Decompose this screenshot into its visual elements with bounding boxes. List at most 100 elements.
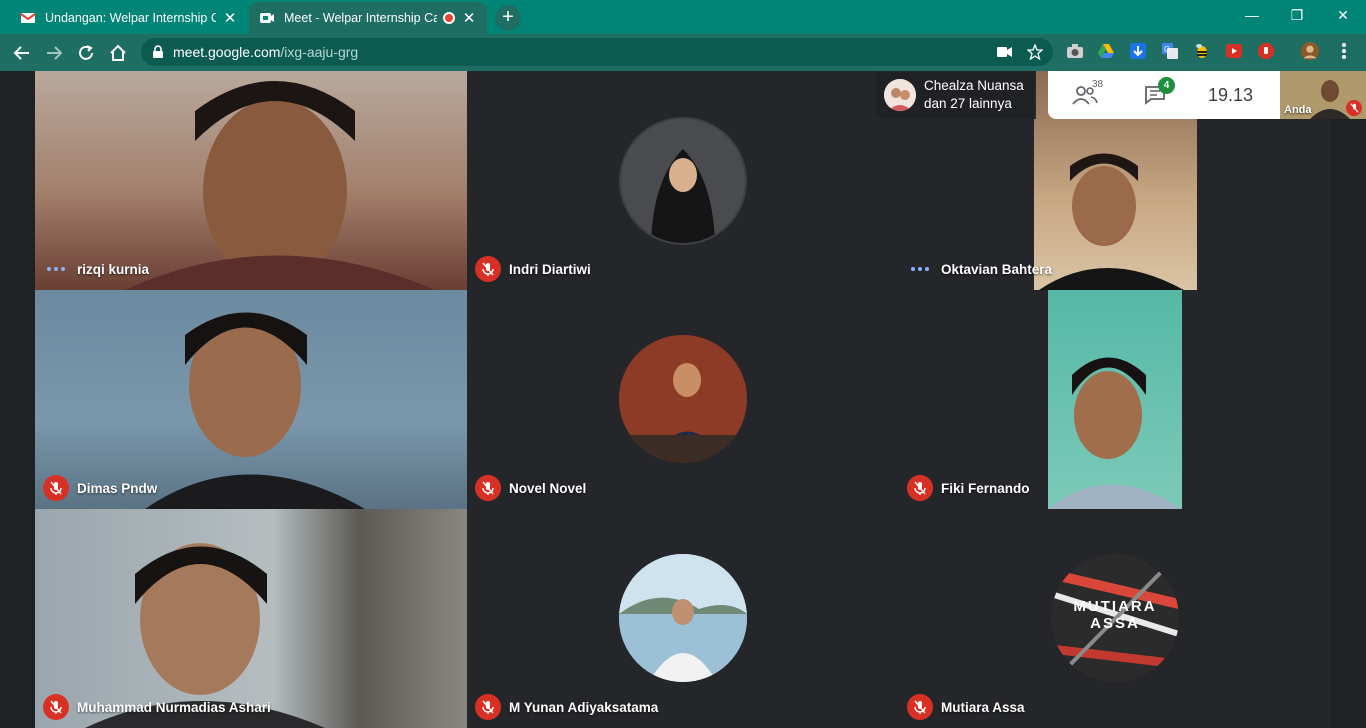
new-tab-button[interactable]: +	[495, 5, 521, 31]
speaking-indicator-icon	[43, 256, 69, 282]
back-button[interactable]	[8, 39, 36, 67]
url-text: meet.google.com/ixg-aaju-grg	[173, 44, 358, 60]
presenter-avatar	[884, 79, 916, 111]
minimize-button[interactable]: —	[1229, 0, 1275, 30]
meet-icon	[260, 13, 274, 23]
participant-avatar	[619, 335, 747, 463]
participant-video-frame	[1048, 357, 1182, 509]
participant-video	[1048, 290, 1182, 509]
meeting-clock: 19.13	[1208, 84, 1254, 105]
tab-meet[interactable]: Meet - Welpar Internship Car ✕	[249, 2, 487, 34]
close-tab-icon[interactable]: ✕	[461, 10, 477, 27]
mic-off-icon	[1346, 100, 1362, 116]
participant-name: rizqi kurnia	[77, 261, 150, 277]
mic-off-icon	[907, 475, 933, 501]
drive-extension-icon[interactable]	[1096, 41, 1116, 61]
bee-extension-icon[interactable]	[1192, 41, 1212, 61]
participant-name: Oktavian Bahtera	[941, 261, 1053, 277]
presenter-others: dan 27 lainnya	[924, 96, 1012, 111]
participant-label: Mutiara Assa	[907, 694, 1025, 720]
home-button[interactable]	[104, 39, 132, 67]
chrome-menu-icon[interactable]	[1334, 41, 1354, 61]
participant-name: Mutiara Assa	[941, 699, 1025, 715]
browser-toolbar: meet.google.com/ixg-aaju-grg G	[0, 34, 1366, 71]
avatar-text-line2: ASSA	[1090, 615, 1140, 632]
participant-tile[interactable]: Indri Diartiwi	[467, 71, 899, 290]
avatar-text: MUTIARA ASSA	[1051, 598, 1179, 632]
bookmark-star-icon[interactable]	[1027, 44, 1043, 60]
participant-tile[interactable]: Fiki Fernando	[899, 290, 1331, 509]
self-view[interactable]: Anda	[1280, 71, 1366, 119]
mic-off-icon	[43, 475, 69, 501]
participant-avatar	[619, 554, 747, 682]
video-extension-icon[interactable]	[1224, 41, 1244, 61]
svg-text:G: G	[1164, 45, 1170, 54]
meet-grid: rizqi kurnia Indri Diartiwi Oktavian Bah…	[0, 71, 1366, 728]
self-label: Anda	[1284, 104, 1312, 116]
participant-tile[interactable]: M Yunan Adiyaksatama	[467, 509, 899, 728]
home-icon	[110, 44, 126, 61]
participants-count: 38	[1092, 79, 1104, 90]
mic-off-icon	[907, 694, 933, 720]
recording-icon	[443, 12, 455, 24]
participant-label: Novel Novel	[475, 475, 586, 501]
tab-title: Undangan: Welpar Internship Car	[45, 11, 216, 25]
participant-name: Fiki Fernando	[941, 480, 1030, 496]
meeting-info-bar: 38 4 19.13	[1048, 71, 1280, 119]
participant-label: Fiki Fernando	[907, 475, 1030, 501]
participant-label: Indri Diartiwi	[475, 256, 591, 282]
mic-off-icon	[475, 256, 501, 282]
chat-badge: 4	[1158, 77, 1175, 94]
mic-off-icon	[475, 475, 501, 501]
participant-avatar-photo	[651, 149, 715, 243]
participant-label: M Yunan Adiyaksatama	[475, 694, 658, 720]
tab-title: Meet - Welpar Internship Car	[284, 11, 437, 25]
participant-avatar-photo	[619, 335, 747, 463]
participant-label: Dimas Pndw	[43, 475, 157, 501]
participant-name: Dimas Pndw	[77, 480, 158, 496]
participant-name: M Yunan Adiyaksatama	[509, 699, 659, 715]
participant-tile[interactable]: Novel Novel	[467, 290, 899, 509]
mic-off-icon	[475, 694, 501, 720]
download-extension-icon[interactable]	[1128, 41, 1148, 61]
back-arrow-icon	[13, 46, 29, 60]
participant-label: Muhammad Nurmadias Ashari	[43, 694, 271, 720]
gmail-icon	[20, 13, 36, 23]
lock-icon	[153, 45, 163, 58]
camera-in-use-icon[interactable]	[997, 45, 1013, 59]
participant-tile[interactable]: Muhammad Nurmadias Ashari	[35, 509, 467, 728]
participant-tile[interactable]: Dimas Pndw	[35, 290, 467, 509]
presenter-summary[interactable]: Chealza Nuansa dan 27 lainnya	[876, 71, 1036, 119]
close-tab-icon[interactable]: ✕	[222, 10, 238, 27]
participant-label: Oktavian Bahtera	[907, 256, 1052, 282]
forward-button[interactable]	[40, 39, 68, 67]
profile-avatar[interactable]	[1300, 41, 1320, 61]
address-bar[interactable]: meet.google.com/ixg-aaju-grg	[141, 38, 1053, 66]
tab-gmail[interactable]: Undangan: Welpar Internship Car ✕	[10, 2, 248, 34]
participant-tile[interactable]: MUTIARA ASSA Mutiara Assa	[899, 509, 1331, 728]
forward-arrow-icon	[47, 46, 63, 60]
participant-avatar-photo	[619, 554, 747, 682]
chat-button[interactable]: 4	[1144, 77, 1175, 105]
presenter-name: Chealza Nuansa	[924, 78, 1024, 93]
close-window-button[interactable]: ✕	[1320, 0, 1366, 30]
screenshot-extension-icon[interactable]	[1065, 41, 1085, 61]
participant-tile[interactable]: rizqi kurnia	[35, 71, 467, 290]
participant-name: Muhammad Nurmadias Ashari	[77, 699, 271, 715]
url-host: meet.google.com	[173, 44, 281, 60]
participant-avatar	[619, 117, 747, 245]
reload-icon	[79, 45, 93, 60]
url-path: /ixg-aaju-grg	[280, 44, 359, 60]
participants-button[interactable]: 38	[1072, 79, 1103, 105]
participant-avatar: MUTIARA ASSA	[1051, 554, 1179, 682]
mic-off-icon	[43, 694, 69, 720]
adblock-extension-icon[interactable]	[1256, 41, 1276, 61]
participant-name: Novel Novel	[509, 480, 587, 496]
avatar-text-line1: MUTIARA	[1073, 598, 1157, 615]
presenter-text: Chealza Nuansa dan 27 lainnya	[924, 77, 1024, 113]
restore-button[interactable]: ❐	[1274, 0, 1320, 30]
participant-label: rizqi kurnia	[43, 256, 149, 282]
speaking-indicator-icon	[907, 256, 933, 282]
reload-button[interactable]	[72, 39, 100, 67]
translate-extension-icon[interactable]: G	[1160, 41, 1180, 61]
